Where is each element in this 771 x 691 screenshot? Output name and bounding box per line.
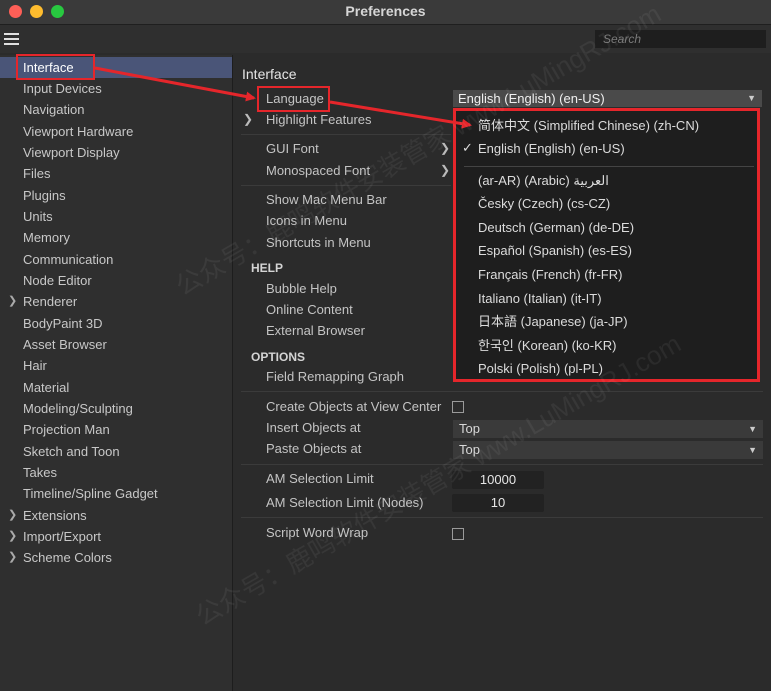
annotation-arrow — [94, 66, 256, 102]
annotation-arrows — [94, 66, 472, 129]
annotation-arrow — [329, 100, 472, 129]
